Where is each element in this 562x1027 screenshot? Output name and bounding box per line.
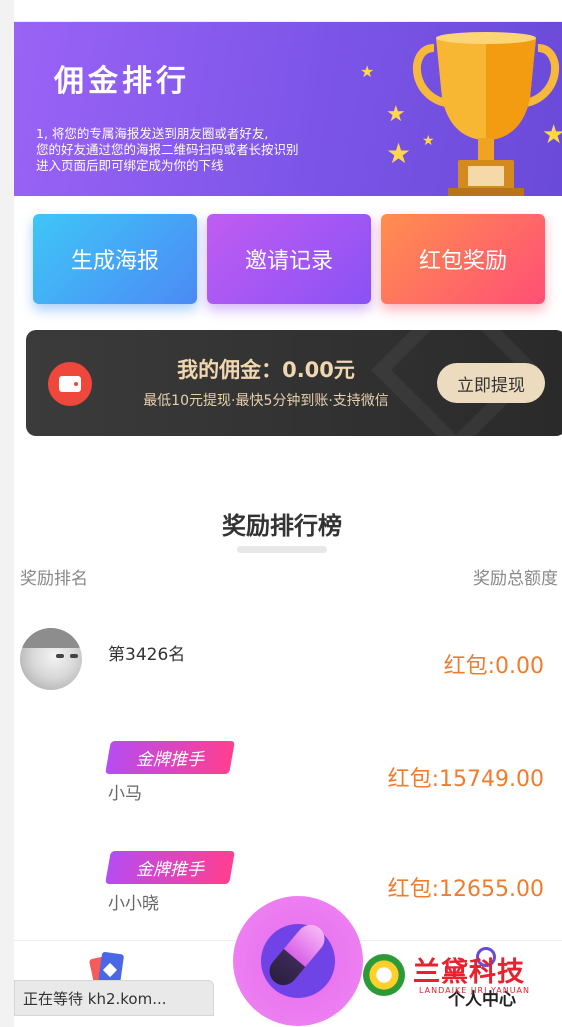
wallet-icon — [48, 362, 92, 406]
loading-status: 正在等待 kh2.kom... — [14, 980, 214, 1016]
column-header-rank: 奖励排名 — [20, 569, 88, 589]
generate-poster-button[interactable]: 生成海报 — [33, 214, 197, 304]
banner-desc-line: 1, 将您的专属海报发送到朋友圈或者好友, — [36, 126, 269, 141]
gold-pusher-badge: 金牌推手 — [105, 741, 235, 774]
banner-desc-line: 进入页面后即可绑定成为你的下线 — [36, 158, 224, 173]
commission-amount: 我的佣金：0.00元 — [177, 358, 355, 382]
commission-card: 我的佣金：0.00元 最低10元提现·最快5分钟到账·支持微信 立即提现 — [26, 330, 562, 436]
action-buttons: 生成海报 邀请记录 红包奖励 — [14, 214, 562, 306]
commission-note: 最低10元提现·最快5分钟到账·支持微信 — [143, 393, 389, 409]
watermark-logo-icon — [363, 954, 405, 996]
invite-records-button[interactable]: 邀请记录 — [207, 214, 371, 304]
star-icon: ★ — [360, 62, 375, 81]
my-rank-text: 第3426名 — [108, 645, 186, 665]
reward-amount: 红包:12655.00 — [387, 877, 544, 902]
user-name: 小马 — [108, 784, 142, 804]
leaderboard-title: 奖励排行榜 — [222, 512, 342, 540]
commission-banner: 佣金排行 1, 将您的专属海报发送到朋友圈或者好友, 您的好友通过您的海报二维码… — [14, 22, 562, 196]
my-amount: 红包:0.00 — [443, 654, 544, 679]
watermark: 兰黛科技 LANDAIKE JIRI YANUAN — [363, 950, 541, 1000]
watermark-subtext: LANDAIKE JIRI YANUAN — [419, 986, 531, 995]
my-rank-row[interactable]: 第3426名 红包:0.00 — [0, 628, 548, 708]
leaderboard-title-underline — [237, 546, 327, 553]
avatar — [20, 628, 82, 690]
badge-label: 金牌推手 — [136, 750, 204, 770]
badge-label: 金牌推手 — [136, 860, 204, 880]
banner-description: 1, 将您的专属海报发送到朋友圈或者好友, 您的好友通过您的海报二维码扫码或者长… — [36, 126, 396, 174]
center-brush-button[interactable] — [233, 896, 363, 1026]
star-icon: ★ — [386, 102, 406, 127]
red-packet-reward-button[interactable]: 红包奖励 — [381, 214, 545, 304]
generate-poster-label: 生成海报 — [70, 249, 159, 274]
gold-pusher-badge: 金牌推手 — [105, 851, 235, 884]
brush-icon — [263, 919, 331, 991]
banner-desc-line: 您的好友通过您的海报二维码扫码或者长按识别 — [36, 142, 299, 157]
banner-title: 佣金排行 — [54, 64, 190, 99]
reward-amount: 红包:15749.00 — [387, 767, 544, 792]
top-bar — [14, 0, 562, 22]
trophy-icon — [413, 32, 559, 196]
leaderboard-row[interactable]: 金牌推手 小马 红包:15749.00 — [0, 741, 548, 821]
red-packet-reward-label: 红包奖励 — [418, 249, 507, 274]
user-name: 小小晓 — [108, 894, 159, 914]
withdraw-button[interactable]: 立即提现 — [437, 363, 545, 403]
column-header-amount: 奖励总额度 — [473, 569, 558, 589]
watermark-text: 兰黛科技 — [413, 957, 525, 988]
invite-records-label: 邀请记录 — [244, 249, 333, 274]
